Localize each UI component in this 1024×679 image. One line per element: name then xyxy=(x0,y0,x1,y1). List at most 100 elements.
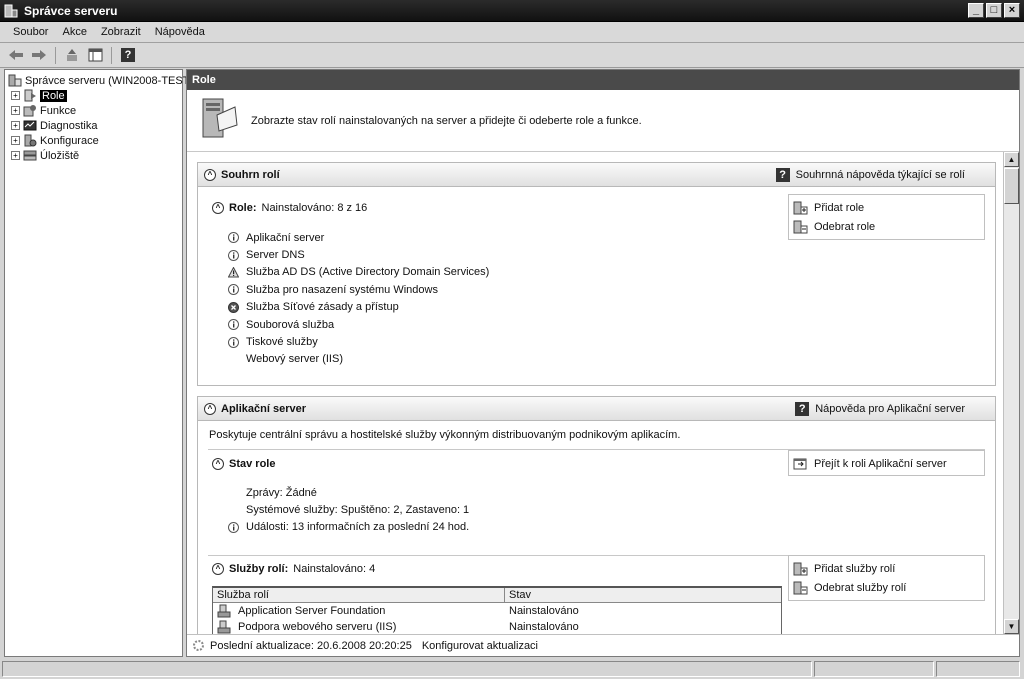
remove-role-services-link[interactable]: Odebrat služby rolí xyxy=(793,578,980,597)
help-icon[interactable]: ? xyxy=(118,46,138,65)
role-item[interactable]: Tiskové služby xyxy=(228,333,489,350)
tree-item-roles[interactable]: + Role xyxy=(5,88,182,103)
minimize-button[interactable]: _ xyxy=(968,3,984,18)
roles-summary-section: ^ Souhrn rolí ? Souhrnná nápověda týkají… xyxy=(197,162,996,386)
roles-installed-count: Nainstalováno: 8 z 16 xyxy=(261,202,368,214)
scroll-up-icon[interactable]: ▲ xyxy=(1004,152,1019,167)
role-item[interactable]: Souborová služba xyxy=(228,316,489,333)
table-row[interactable]: Podpora webového serveru (IIS) Nainstalo… xyxy=(213,619,781,634)
storage-icon xyxy=(23,149,37,162)
refresh-status-bar: Poslední aktualizace: 20.6.2008 20:20:25… xyxy=(187,634,1019,656)
events-status[interactable]: Události: 13 informačních za poslední 24… xyxy=(228,519,469,536)
refresh-icon[interactable] xyxy=(192,639,205,652)
roles-summary-header: ^ Souhrn rolí ? Souhrnná nápověda týkají… xyxy=(198,163,995,187)
status-panel xyxy=(814,661,934,677)
remove-role-services-label: Odebrat služby rolí xyxy=(814,581,907,594)
roles-list: Aplikační server Server DNS Služba AD DS… xyxy=(227,229,489,368)
expand-icon[interactable]: + xyxy=(11,106,20,115)
vertical-scrollbar[interactable]: ▲ ▼ xyxy=(1003,152,1019,634)
roles-summary-help-link[interactable]: ? Souhrnná nápověda týkající se rolí xyxy=(775,168,965,182)
menu-file[interactable]: Soubor xyxy=(6,26,55,38)
configure-refresh-link[interactable]: Konfigurovat aktualizaci xyxy=(422,640,538,652)
tree-item-configuration-label: Konfigurace xyxy=(40,134,99,147)
remove-role-services-icon xyxy=(793,581,808,595)
add-roles-label: Přidat role xyxy=(814,201,865,214)
add-roles-link[interactable]: Přidat role xyxy=(793,198,980,217)
up-icon[interactable] xyxy=(62,46,82,65)
system-services-status[interactable]: Systémové služby: Spuštěno: 2, Zastaveno… xyxy=(228,501,469,518)
roles-actions-box: Přidat role Odebrat role xyxy=(788,194,985,240)
diagnostics-icon xyxy=(23,119,37,132)
menu-view[interactable]: Zobrazit xyxy=(94,26,148,38)
table-row[interactable]: Application Server Foundation Nainstalov… xyxy=(213,603,781,619)
forward-icon[interactable] xyxy=(29,46,49,65)
role-status-subheader: ^ Stav role xyxy=(198,453,280,475)
tree-item-configuration[interactable]: + Konfigurace xyxy=(5,133,182,148)
expand-icon[interactable]: + xyxy=(11,151,20,160)
menu-action[interactable]: Akce xyxy=(55,26,93,38)
expand-icon[interactable]: + xyxy=(11,91,20,100)
app-server-description: Poskytuje centrální správu a hostitelské… xyxy=(209,429,681,441)
service-state: Nainstalováno xyxy=(509,621,579,633)
error-icon xyxy=(228,301,239,313)
content-pane: Role Zobrazte stav rolí nainstalovaných … xyxy=(186,69,1020,657)
service-state: Nainstalováno xyxy=(509,605,579,617)
remove-roles-link[interactable]: Odebrat role xyxy=(793,217,980,236)
last-update-text: Poslední aktualizace: 20.6.2008 20:20:25 xyxy=(210,639,412,652)
column-header-state[interactable]: Stav xyxy=(505,588,531,602)
app-server-help-link[interactable]: ? Nápověda pro Aplikační server xyxy=(795,402,965,416)
info-icon xyxy=(228,336,239,348)
app-server-help-label: Nápověda pro Aplikační server xyxy=(815,403,965,415)
tree-item-diagnostics-label: Diagnostika xyxy=(40,119,98,132)
collapse-icon[interactable]: ^ xyxy=(212,202,224,214)
maximize-button[interactable]: □ xyxy=(986,3,1002,18)
column-header-service[interactable]: Služba rolí xyxy=(213,588,505,602)
tree-root[interactable]: Správce serveru (WIN2008-TEST) xyxy=(5,73,193,88)
role-item[interactable]: Server DNS xyxy=(228,246,489,263)
service-name: Podpora webového serveru (IIS) xyxy=(238,621,397,633)
back-icon[interactable] xyxy=(6,46,26,65)
tree-item-storage[interactable]: + Úložiště xyxy=(5,148,182,163)
add-role-services-label: Přidat služby rolí xyxy=(814,562,896,575)
window-title: Správce serveru xyxy=(24,3,118,18)
info-icon xyxy=(228,284,239,296)
role-item[interactable]: Aplikační server xyxy=(228,229,489,246)
role-item[interactable]: Služba pro nasazení systému Windows xyxy=(228,281,489,298)
menu-help[interactable]: Nápověda xyxy=(148,26,212,38)
role-services-count: Nainstalováno: 4 xyxy=(293,563,376,575)
configuration-icon xyxy=(23,134,37,147)
tree-item-features[interactable]: + Funkce xyxy=(5,103,182,118)
tree-item-diagnostics[interactable]: + Diagnostika xyxy=(5,118,182,133)
role-status-list: Zprávy: Žádné Systémové služby: Spuštěno… xyxy=(228,484,469,536)
scroll-down-icon[interactable]: ▼ xyxy=(1004,619,1019,634)
collapse-icon[interactable]: ^ xyxy=(212,458,224,470)
expand-icon[interactable]: + xyxy=(11,136,20,145)
goto-app-server-link[interactable]: Přejít k roli Aplikační server xyxy=(793,454,980,473)
collapse-icon[interactable]: ^ xyxy=(212,563,224,575)
messages-status[interactable]: Zprávy: Žádné xyxy=(228,484,469,501)
role-item[interactable]: Služba Síťové zásady a přístup xyxy=(228,299,489,316)
info-icon xyxy=(228,521,239,533)
add-role-services-link[interactable]: Přidat služby rolí xyxy=(793,559,980,578)
window-status-bar xyxy=(0,659,1024,679)
expand-icon[interactable]: + xyxy=(11,121,20,130)
show-hide-tree-icon[interactable] xyxy=(85,46,105,65)
app-server-section: ^ Aplikační server ? Nápověda pro Aplika… xyxy=(197,396,996,634)
close-button[interactable]: × xyxy=(1004,3,1020,18)
roles-icon xyxy=(23,89,37,102)
roles-large-icon xyxy=(199,97,239,144)
role-item[interactable]: Služba AD DS (Active Directory Domain Se… xyxy=(227,264,489,281)
intro-text: Zobrazte stav rolí nainstalovaných na se… xyxy=(251,114,642,127)
role-services-label: Služby rolí: xyxy=(229,563,289,575)
role-services-table: Služba rolí Stav Application Server Foun… xyxy=(212,586,782,634)
collapse-icon[interactable]: ^ xyxy=(204,168,216,181)
role-item[interactable]: Webový server (IIS) xyxy=(228,351,489,368)
remove-roles-icon xyxy=(793,220,808,234)
collapse-icon[interactable]: ^ xyxy=(204,402,216,415)
status-panel xyxy=(2,661,812,677)
navigation-tree: Správce serveru (WIN2008-TEST) + Role + … xyxy=(4,69,193,657)
scroll-thumb[interactable] xyxy=(1004,168,1019,204)
role-service-icon xyxy=(217,620,232,634)
goto-app-server-label: Přejít k roli Aplikační server xyxy=(814,457,947,470)
tree-item-roles-label: Role xyxy=(40,89,67,102)
